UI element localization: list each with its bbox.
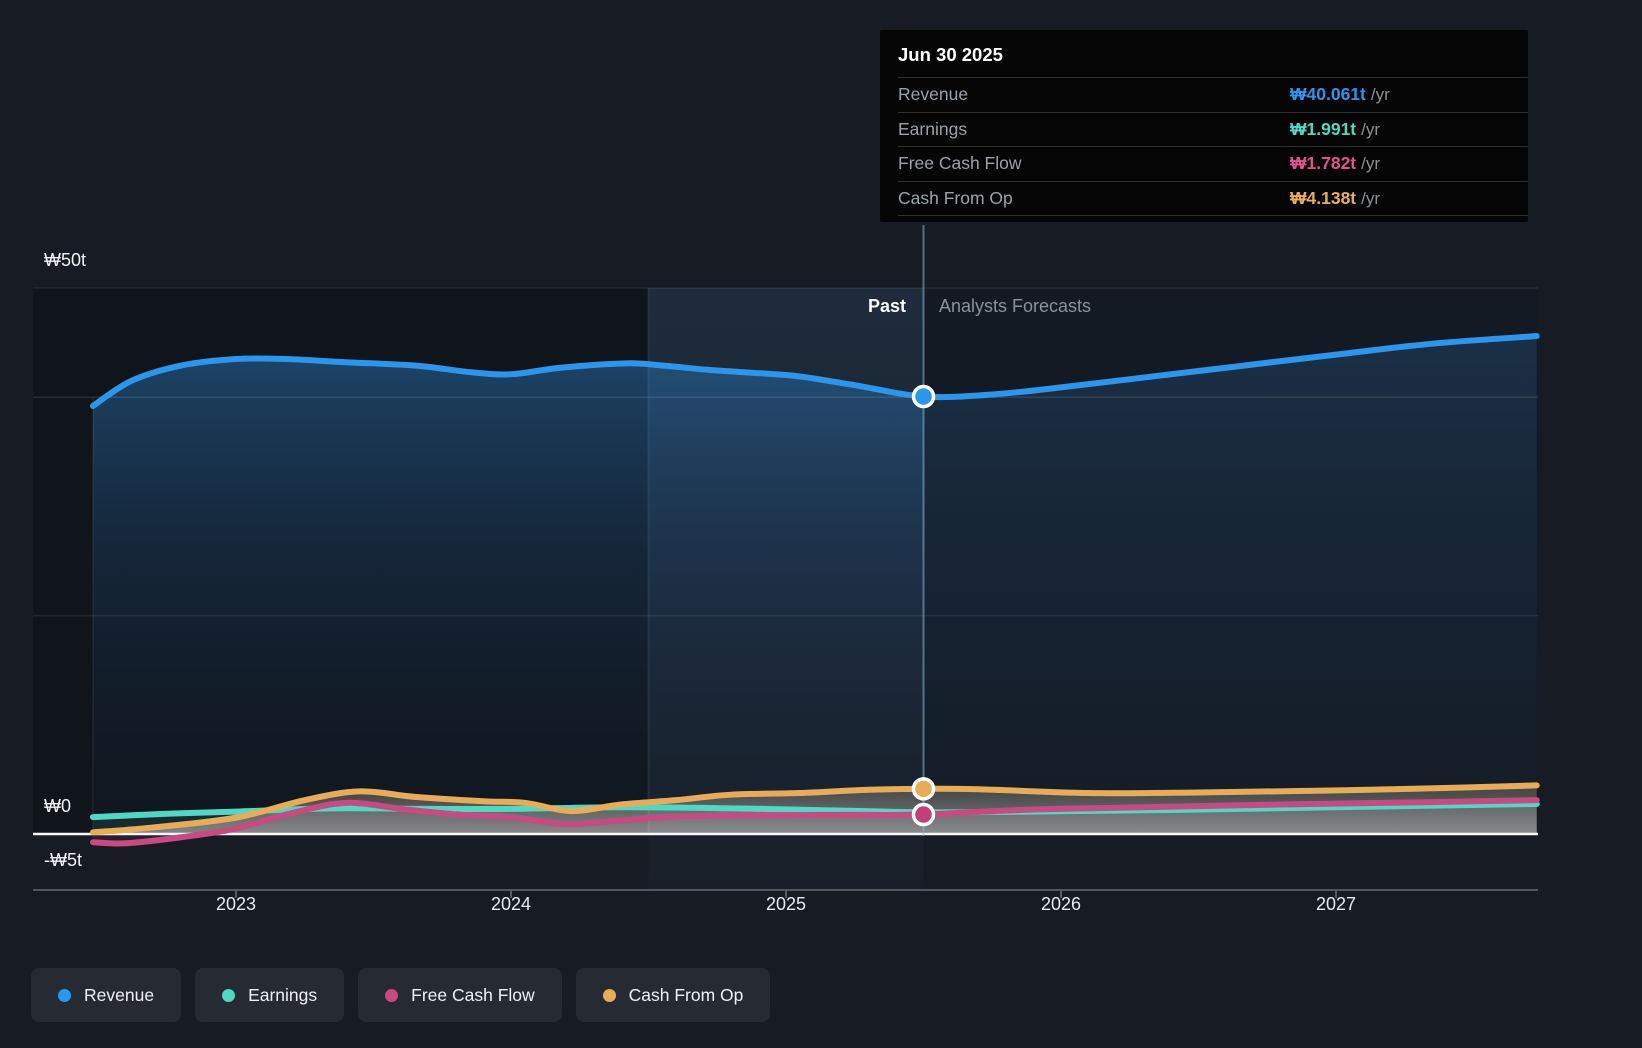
- free-cash-flow-dot-icon: [385, 988, 399, 1002]
- tooltip-row-revenue: Revenue ₩40.061t/yr: [898, 77, 1528, 112]
- earnings-dot-icon: [222, 988, 236, 1002]
- legend: Revenue Earnings Free Cash Flow Cash Fro…: [31, 968, 771, 1022]
- past-region-label: Past: [867, 296, 906, 316]
- legend-label: Earnings: [248, 984, 318, 1005]
- tooltip-row-value: ₩1.991t/yr: [1290, 118, 1381, 139]
- hover-tooltip: Jun 30 2025 Revenue ₩40.061t/yr Earnings…: [880, 30, 1528, 222]
- tooltip-row-cash-from-op: Cash From Op ₩4.138t/yr: [898, 180, 1528, 216]
- tooltip-row-unit: /yr: [1370, 85, 1390, 105]
- revenue-area-past: [93, 358, 924, 834]
- marker-revenue[interactable]: [911, 384, 936, 409]
- x-axis-label-2027: 2027: [1315, 894, 1357, 914]
- legend-item-revenue[interactable]: Revenue: [31, 968, 182, 1022]
- legend-item-free-cash-flow[interactable]: Free Cash Flow: [358, 968, 562, 1022]
- legend-item-earnings[interactable]: Earnings: [195, 968, 345, 1022]
- x-axis-label-2024: 2024: [490, 894, 532, 914]
- tooltip-row-value: ₩40.061t/yr: [1290, 84, 1390, 105]
- legend-item-cash-from-op[interactable]: Cash From Op: [575, 968, 771, 1022]
- chart-root: ₩50t ₩0 -₩5t 2023 2024 2025 2026 2027 Pa…: [0, 0, 1642, 1048]
- tooltip-row-label: Revenue: [898, 84, 969, 105]
- x-axis-label-2023: 2023: [215, 894, 257, 914]
- tooltip-date: Jun 30 2025: [898, 44, 1003, 65]
- legend-label: Revenue: [84, 984, 155, 1005]
- legend-label: Cash From Op: [628, 984, 744, 1005]
- y-axis-label-neg5t: -₩5t: [44, 850, 82, 870]
- tooltip-row-unit: /yr: [1361, 188, 1381, 208]
- y-axis-label-50t: ₩50t: [44, 250, 87, 270]
- tooltip-row-value: ₩4.138t/yr: [1290, 187, 1381, 208]
- marker-free-cash-flow[interactable]: [911, 802, 936, 827]
- x-axis-label-2026: 2026: [1040, 894, 1082, 914]
- marker-cash-from-op[interactable]: [911, 777, 936, 801]
- tooltip-row-unit: /yr: [1361, 154, 1381, 174]
- tooltip-row-free-cash-flow: Free Cash Flow ₩1.782t/yr: [898, 146, 1528, 181]
- cash-from-op-dot-icon: [602, 988, 616, 1002]
- tooltip-row-unit: /yr: [1361, 119, 1381, 139]
- revenue-dot-icon: [58, 988, 71, 1002]
- legend-label: Free Cash Flow: [411, 984, 535, 1005]
- tooltip-row-label: Free Cash Flow: [898, 153, 1022, 174]
- tooltip-row-label: Cash From Op: [898, 187, 1013, 208]
- tooltip-row-value: ₩1.782t/yr: [1290, 153, 1381, 174]
- revenue-area-forecast: [923, 336, 1537, 834]
- tooltip-row-earnings: Earnings ₩1.991t/yr: [898, 111, 1528, 147]
- forecast-region-label: Analysts Forecasts: [939, 296, 1092, 316]
- y-axis-label-0: ₩0: [44, 796, 71, 816]
- tooltip-row-label: Earnings: [898, 118, 968, 139]
- x-axis-label-2025: 2025: [765, 894, 807, 914]
